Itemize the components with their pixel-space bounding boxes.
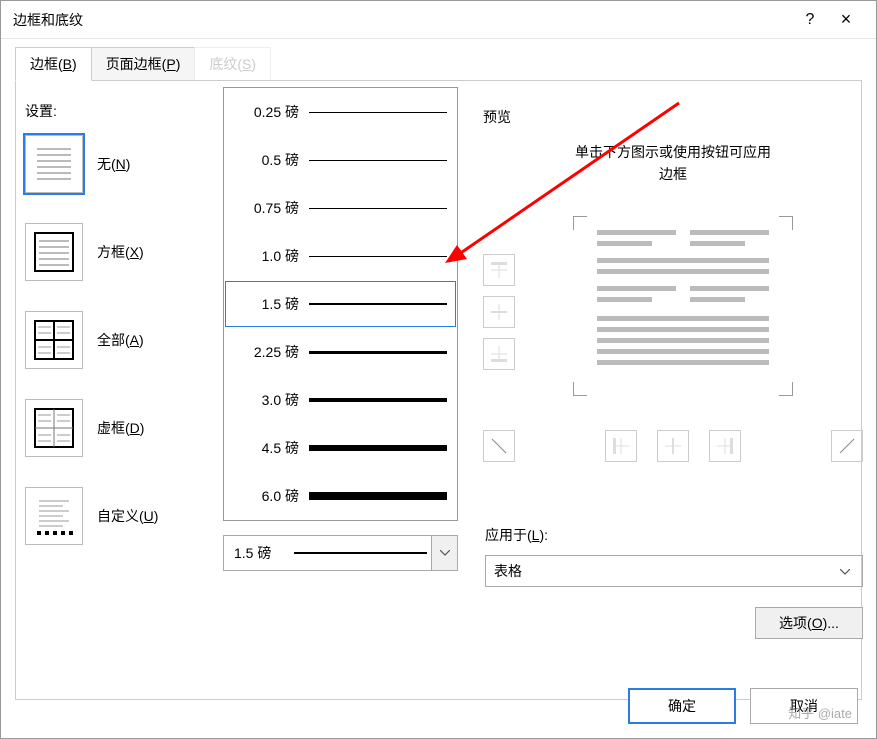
width-dropdown-current[interactable]: 1.5 磅 bbox=[223, 535, 458, 571]
setting-grid-icon[interactable] bbox=[25, 399, 83, 457]
width-option-line bbox=[309, 351, 447, 354]
border-diag-up-button[interactable] bbox=[831, 430, 863, 462]
width-option-label: 0.5 磅 bbox=[234, 150, 309, 170]
setting-box-label: 方框(X) bbox=[97, 242, 144, 262]
preview-box bbox=[483, 216, 863, 462]
close-button[interactable]: × bbox=[828, 5, 864, 35]
width-option-line bbox=[309, 398, 447, 402]
setting-none-icon[interactable] bbox=[25, 135, 83, 193]
settings-label: 设置: bbox=[25, 101, 210, 121]
tab-page-border[interactable]: 页面边框(P) bbox=[91, 47, 196, 81]
width-option-label: 2.25 磅 bbox=[234, 342, 309, 362]
tab-borders[interactable]: 边框(B) bbox=[15, 47, 92, 81]
setting-all-label: 全部(A) bbox=[97, 330, 144, 350]
width-option[interactable]: 2.25 磅 bbox=[224, 328, 457, 376]
preview-hint: 单击下方图示或使用按钮可应用 边框 bbox=[483, 141, 863, 186]
setting-custom-icon[interactable] bbox=[25, 487, 83, 545]
width-option-line bbox=[309, 112, 447, 113]
options-button[interactable]: 选项(O)... bbox=[755, 607, 863, 639]
tab-shading[interactable]: 底纹(S) bbox=[194, 47, 271, 81]
width-option-line bbox=[309, 492, 447, 500]
apply-to-label: 应用于(L): bbox=[485, 525, 863, 545]
current-width-line bbox=[294, 552, 427, 554]
width-option[interactable]: 4.5 磅 bbox=[224, 424, 457, 472]
width-option[interactable]: 0.25 磅 bbox=[224, 88, 457, 136]
help-button[interactable]: ? bbox=[792, 5, 828, 35]
width-option-line bbox=[309, 256, 447, 257]
watermark: 知乎 @iate bbox=[788, 703, 852, 722]
titlebar: 边框和底纹 ? × bbox=[1, 1, 876, 39]
width-option[interactable]: 1.0 磅 bbox=[224, 232, 457, 280]
preview-title: 预览 bbox=[483, 107, 863, 127]
width-option-label: 3.0 磅 bbox=[234, 390, 309, 410]
width-option-line bbox=[309, 303, 447, 305]
setting-box-icon[interactable] bbox=[25, 223, 83, 281]
border-diag-down-button[interactable] bbox=[483, 430, 515, 462]
preview-document[interactable] bbox=[573, 216, 793, 396]
borders-shading-dialog: 边框和底纹 ? × 边框(B) 页面边框(P) 底纹(S) 设置: 无(N) bbox=[0, 0, 877, 739]
width-option-label: 1.0 磅 bbox=[234, 246, 309, 266]
width-option-label: 6.0 磅 bbox=[234, 486, 309, 506]
setting-custom-label: 自定义(U) bbox=[97, 506, 158, 526]
border-left-button[interactable] bbox=[605, 430, 637, 462]
width-option-label: 4.5 磅 bbox=[234, 438, 309, 458]
width-option-label: 0.75 磅 bbox=[234, 198, 309, 218]
apply-to-select[interactable]: 表格 bbox=[485, 555, 863, 587]
width-option-label: 0.25 磅 bbox=[234, 102, 309, 122]
width-option[interactable]: 6.0 磅 bbox=[224, 472, 457, 520]
width-dropdown-list: 0.25 磅 0.5 磅 0.75 磅 1.0 磅 1.5 磅 2.25 磅 3.0 磅 4.… bbox=[223, 87, 458, 521]
width-option[interactable]: 0.75 磅 bbox=[224, 184, 457, 232]
setting-grid-label: 虚框(D) bbox=[97, 418, 144, 438]
dialog-title: 边框和底纹 bbox=[13, 10, 792, 30]
setting-all-icon[interactable] bbox=[25, 311, 83, 369]
border-bottom-button[interactable] bbox=[483, 338, 515, 370]
width-option-line bbox=[309, 208, 447, 209]
setting-none-label: 无(N) bbox=[97, 154, 130, 174]
border-hmiddle-button[interactable] bbox=[483, 296, 515, 328]
border-right-button[interactable] bbox=[709, 430, 741, 462]
width-option[interactable]: 3.0 磅 bbox=[224, 376, 457, 424]
width-option[interactable]: 1.5 磅 bbox=[224, 280, 457, 328]
width-option-line bbox=[309, 445, 447, 451]
border-top-button[interactable] bbox=[483, 254, 515, 286]
chevron-down-icon bbox=[836, 562, 854, 580]
tab-bar: 边框(B) 页面边框(P) 底纹(S) bbox=[15, 47, 862, 81]
apply-to-value: 表格 bbox=[494, 561, 836, 581]
border-vmiddle-button[interactable] bbox=[657, 430, 689, 462]
width-option[interactable]: 0.5 磅 bbox=[224, 136, 457, 184]
current-width-label: 1.5 磅 bbox=[234, 543, 294, 563]
width-option-line bbox=[309, 160, 447, 161]
chevron-down-icon[interactable] bbox=[431, 536, 457, 570]
width-option-label: 1.5 磅 bbox=[234, 294, 309, 314]
